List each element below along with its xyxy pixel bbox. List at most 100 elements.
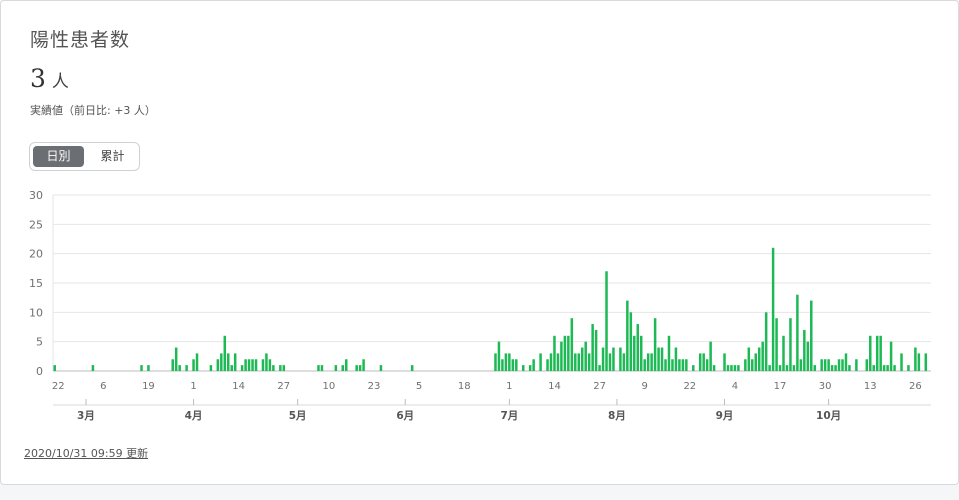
bar — [227, 353, 230, 371]
bar — [841, 359, 844, 371]
x-tick-label-day: 23 — [368, 381, 381, 392]
bar — [757, 347, 761, 371]
bar — [653, 318, 657, 371]
updated-timestamp-link[interactable]: 2020/10/31 09:59 更新 — [24, 445, 148, 461]
bar — [761, 341, 764, 371]
bar — [619, 347, 622, 371]
x-tick-label-month: 5月 — [289, 410, 307, 422]
bar — [733, 365, 737, 371]
bar — [268, 359, 272, 371]
bar — [251, 359, 254, 371]
bar — [622, 353, 626, 371]
bar — [528, 365, 532, 371]
bar — [924, 353, 928, 371]
bar — [667, 335, 671, 371]
x-tick-label-day: 5 — [416, 381, 422, 392]
x-tick-label-month: 7月 — [500, 410, 518, 422]
bar — [358, 365, 362, 371]
bar — [244, 359, 247, 371]
bar — [317, 365, 320, 371]
bar — [504, 353, 508, 371]
bar — [240, 365, 244, 371]
y-tick-label: 10 — [29, 306, 43, 319]
chart-card: 陽性患者数 3人 実績値（前日比: +3 人） 日別 累計 0 5 10 15 20 25… — [0, 0, 959, 485]
bar — [639, 335, 643, 371]
bar — [147, 365, 150, 371]
bar — [587, 353, 591, 371]
bar — [230, 365, 233, 371]
bar — [751, 359, 754, 371]
bar — [900, 353, 903, 371]
bar — [629, 312, 633, 371]
bar — [730, 365, 733, 371]
bar — [497, 341, 501, 371]
bar — [823, 359, 827, 371]
x-tick-label-month: 9月 — [716, 410, 734, 422]
bar — [674, 347, 678, 371]
cumulative-button[interactable]: 累計 — [87, 146, 138, 167]
x-tick-label-day: 1 — [506, 381, 512, 392]
bar — [657, 347, 660, 371]
bar — [785, 365, 789, 371]
x-tick-label-month: 8月 — [608, 410, 626, 422]
bar — [650, 353, 653, 371]
bar — [705, 359, 709, 371]
bar — [744, 359, 747, 371]
bar — [53, 365, 56, 371]
bar — [914, 347, 917, 371]
bar — [216, 359, 220, 371]
bar — [185, 365, 188, 371]
y-tick-label: 0 — [36, 365, 43, 378]
y-tick-label: 30 — [29, 189, 43, 202]
bar — [320, 365, 324, 371]
x-tick-label-day: 30 — [819, 381, 832, 392]
bar — [626, 300, 629, 371]
x-tick-label-day: 18 — [458, 381, 471, 392]
y-tick-label: 25 — [29, 218, 43, 231]
bar — [563, 335, 567, 371]
bar — [692, 365, 695, 371]
bar — [782, 335, 785, 371]
bar — [91, 365, 95, 371]
bar — [556, 353, 560, 371]
bar — [754, 353, 757, 371]
bar — [591, 324, 594, 371]
bar — [598, 365, 601, 371]
x-tick-label-day: 9 — [642, 381, 648, 392]
bar — [584, 341, 587, 371]
bar — [344, 359, 348, 371]
bar — [549, 353, 553, 371]
x-tick-label-month: 4月 — [185, 410, 203, 422]
bar — [869, 335, 872, 371]
y-tick-label: 5 — [36, 336, 43, 349]
bar — [261, 359, 265, 371]
bar — [879, 335, 882, 371]
x-tick-label-day: 17 — [774, 381, 787, 392]
bar — [917, 353, 921, 371]
bar — [334, 365, 338, 371]
bar — [546, 359, 549, 371]
x-tick-label-month: 10月 — [816, 410, 841, 422]
bar — [272, 365, 275, 371]
bar — [553, 335, 556, 371]
bar — [195, 353, 199, 371]
bar — [907, 365, 910, 371]
bar — [608, 353, 612, 371]
bar — [379, 365, 383, 371]
bar — [768, 365, 771, 371]
bar — [515, 359, 518, 371]
bar — [567, 335, 570, 371]
bar — [282, 365, 286, 371]
bar — [636, 324, 640, 371]
bar — [664, 359, 667, 371]
y-tick-label: 20 — [29, 248, 43, 261]
bar — [712, 365, 716, 371]
daily-button[interactable]: 日別 — [33, 146, 84, 167]
bar — [580, 347, 584, 371]
bar — [508, 353, 511, 371]
x-tick-label-day: 27 — [277, 381, 290, 392]
bar — [834, 365, 837, 371]
bar — [355, 365, 358, 371]
bar — [362, 359, 365, 371]
bar — [223, 335, 227, 371]
